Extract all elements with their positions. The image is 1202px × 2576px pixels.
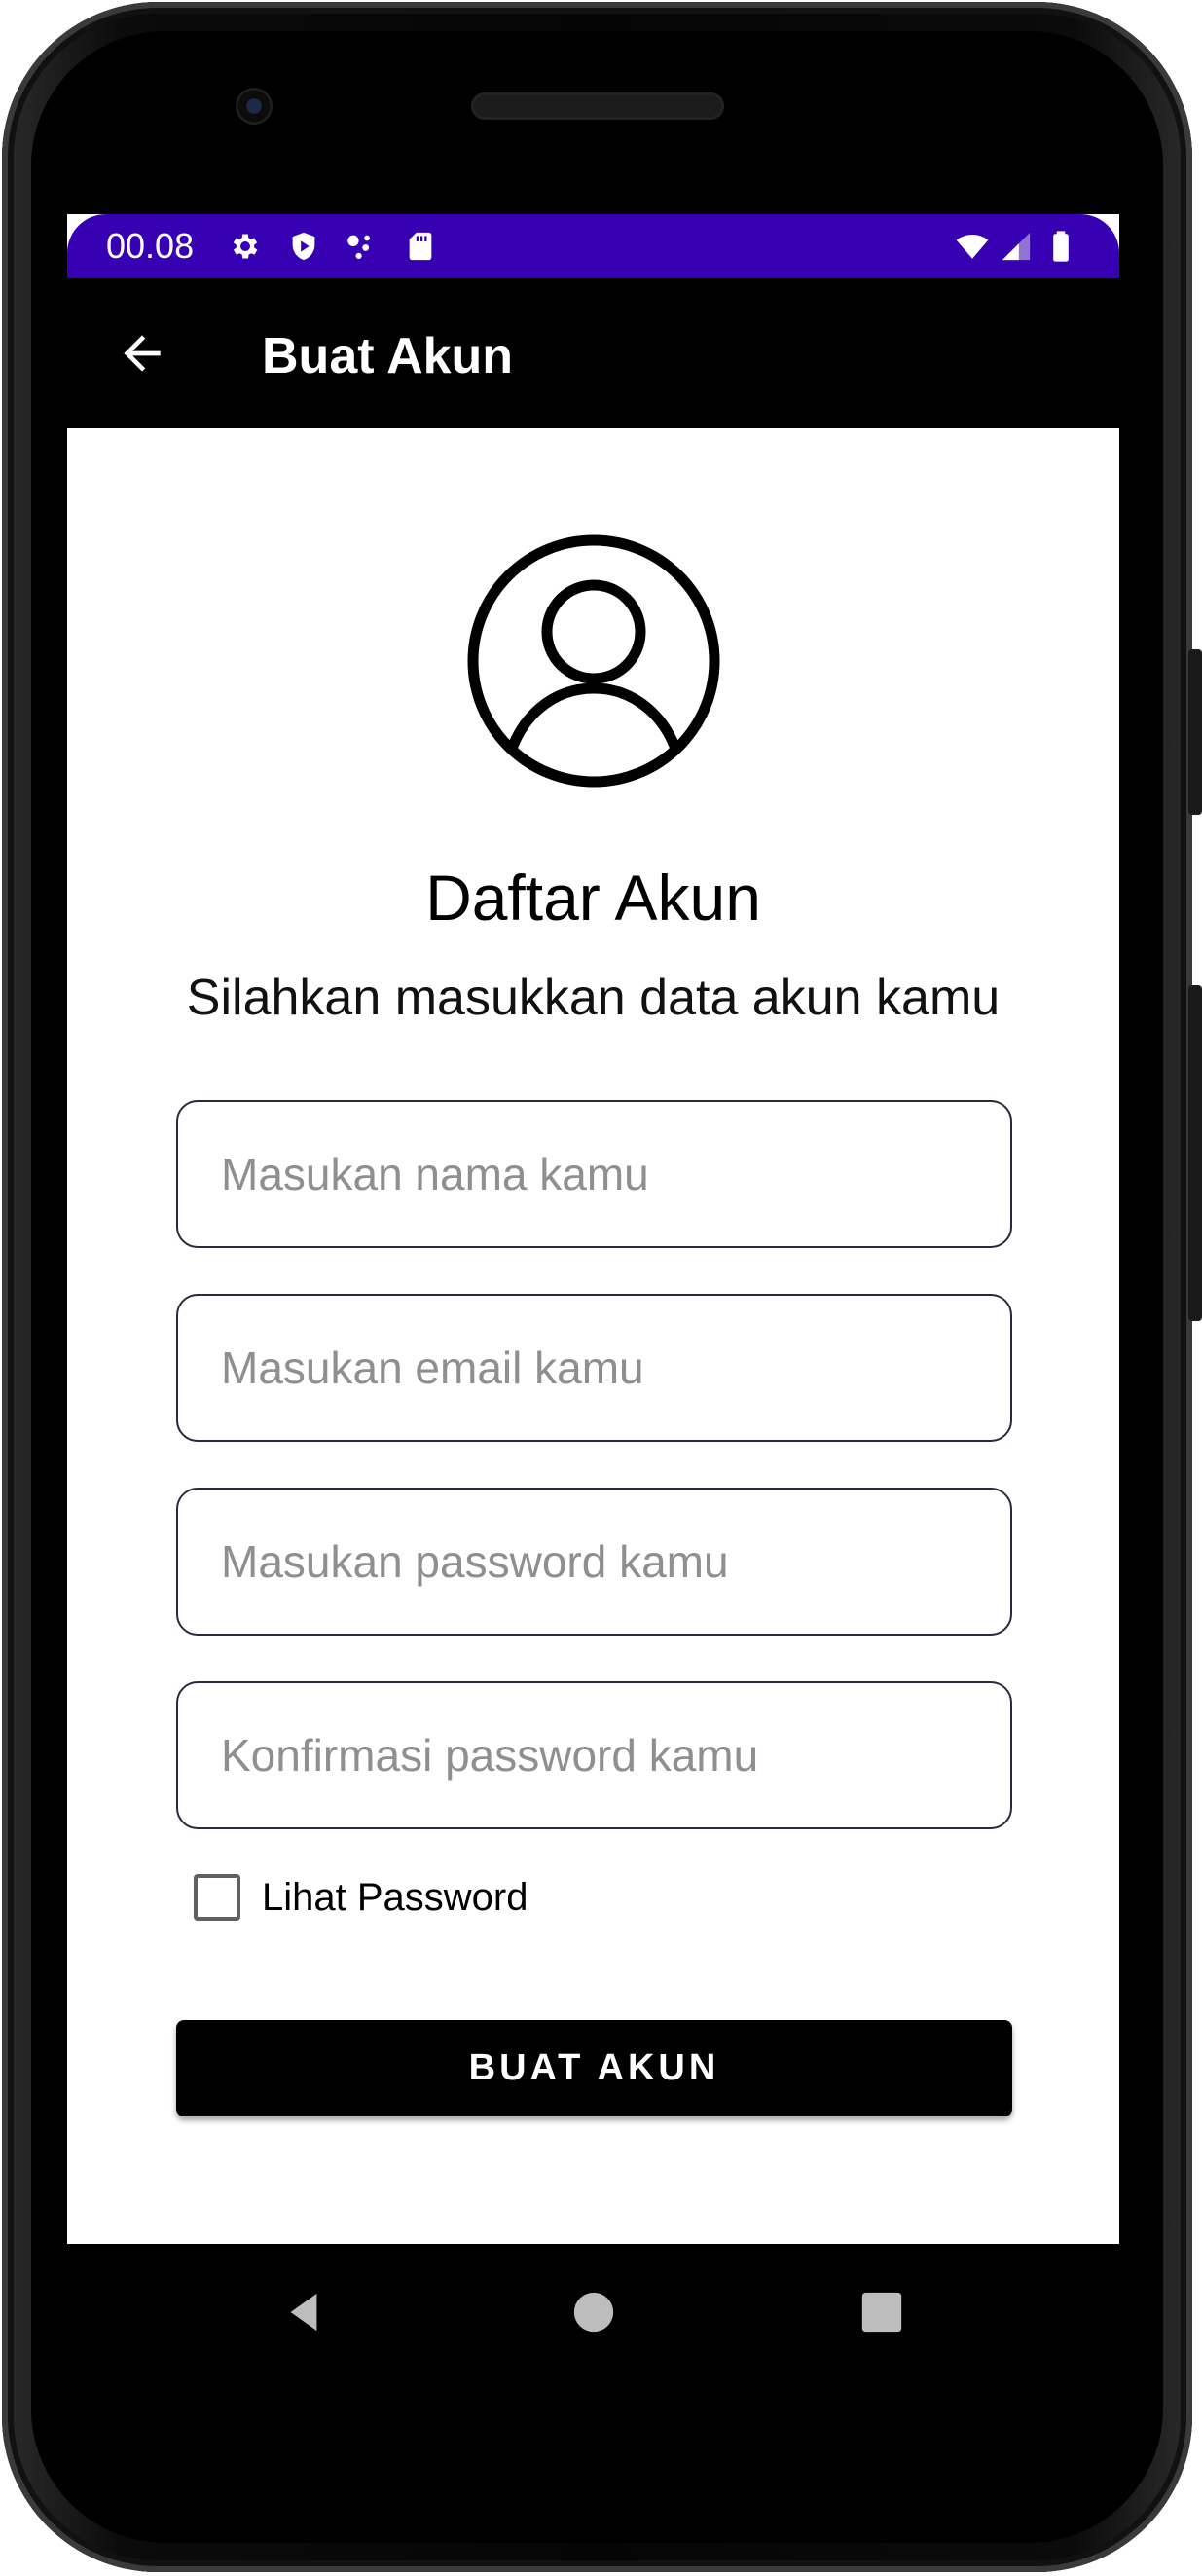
app-bar-title: Buat Akun: [262, 328, 514, 385]
volume-button: [1188, 985, 1202, 1321]
name-input[interactable]: [219, 1147, 1010, 1201]
email-input[interactable]: [219, 1341, 1010, 1395]
back-button[interactable]: [108, 319, 176, 387]
arrow-left-icon: [124, 335, 161, 372]
app-bar: Buat Akun: [67, 278, 1119, 428]
page-subtitle: Silahkan masukkan data akun kamu: [186, 970, 1001, 1026]
confirm-password-field[interactable]: [176, 1681, 1012, 1829]
battery-icon: [1053, 231, 1069, 262]
cell-signal-icon: [1002, 232, 1031, 261]
status-time: 00.08: [106, 226, 195, 266]
show-password-checkbox[interactable]: [194, 1874, 240, 1921]
password-field[interactable]: [176, 1488, 1012, 1636]
show-password-row[interactable]: Lihat Password: [194, 1868, 528, 1927]
shield-play-icon: [292, 232, 315, 261]
account-circle-icon: [467, 534, 720, 788]
sd-card-icon: [409, 232, 432, 261]
wifi-icon: [956, 234, 989, 259]
home-circle-icon: [573, 2292, 614, 2333]
power-button: [1188, 649, 1202, 815]
confirm-password-input[interactable]: [219, 1728, 1010, 1783]
password-input[interactable]: [219, 1534, 1010, 1589]
recents-square-icon: [861, 2292, 902, 2333]
nav-home-button[interactable]: [557, 2275, 631, 2349]
earpiece-speaker: [471, 92, 724, 120]
nav-recents-button[interactable]: [845, 2275, 919, 2349]
page-title: Daftar Akun: [425, 862, 761, 934]
gear-icon: [233, 234, 258, 259]
create-account-button[interactable]: BUAT AKUN: [176, 2020, 1012, 2116]
system-nav-bar: [67, 2244, 1119, 2380]
email-field[interactable]: [176, 1294, 1012, 1442]
status-bar: 00.08: [67, 214, 1119, 278]
show-password-label: Lihat Password: [262, 1875, 528, 1919]
screen: 00.08 Buat Akun Daftar Akun Silahkan mas…: [67, 214, 1119, 2244]
front-camera: [236, 88, 273, 125]
nav-back-button[interactable]: [267, 2275, 341, 2349]
assistant-dots-icon: [347, 235, 370, 260]
back-triangle-icon: [290, 2293, 317, 2332]
name-field[interactable]: [176, 1100, 1012, 1248]
